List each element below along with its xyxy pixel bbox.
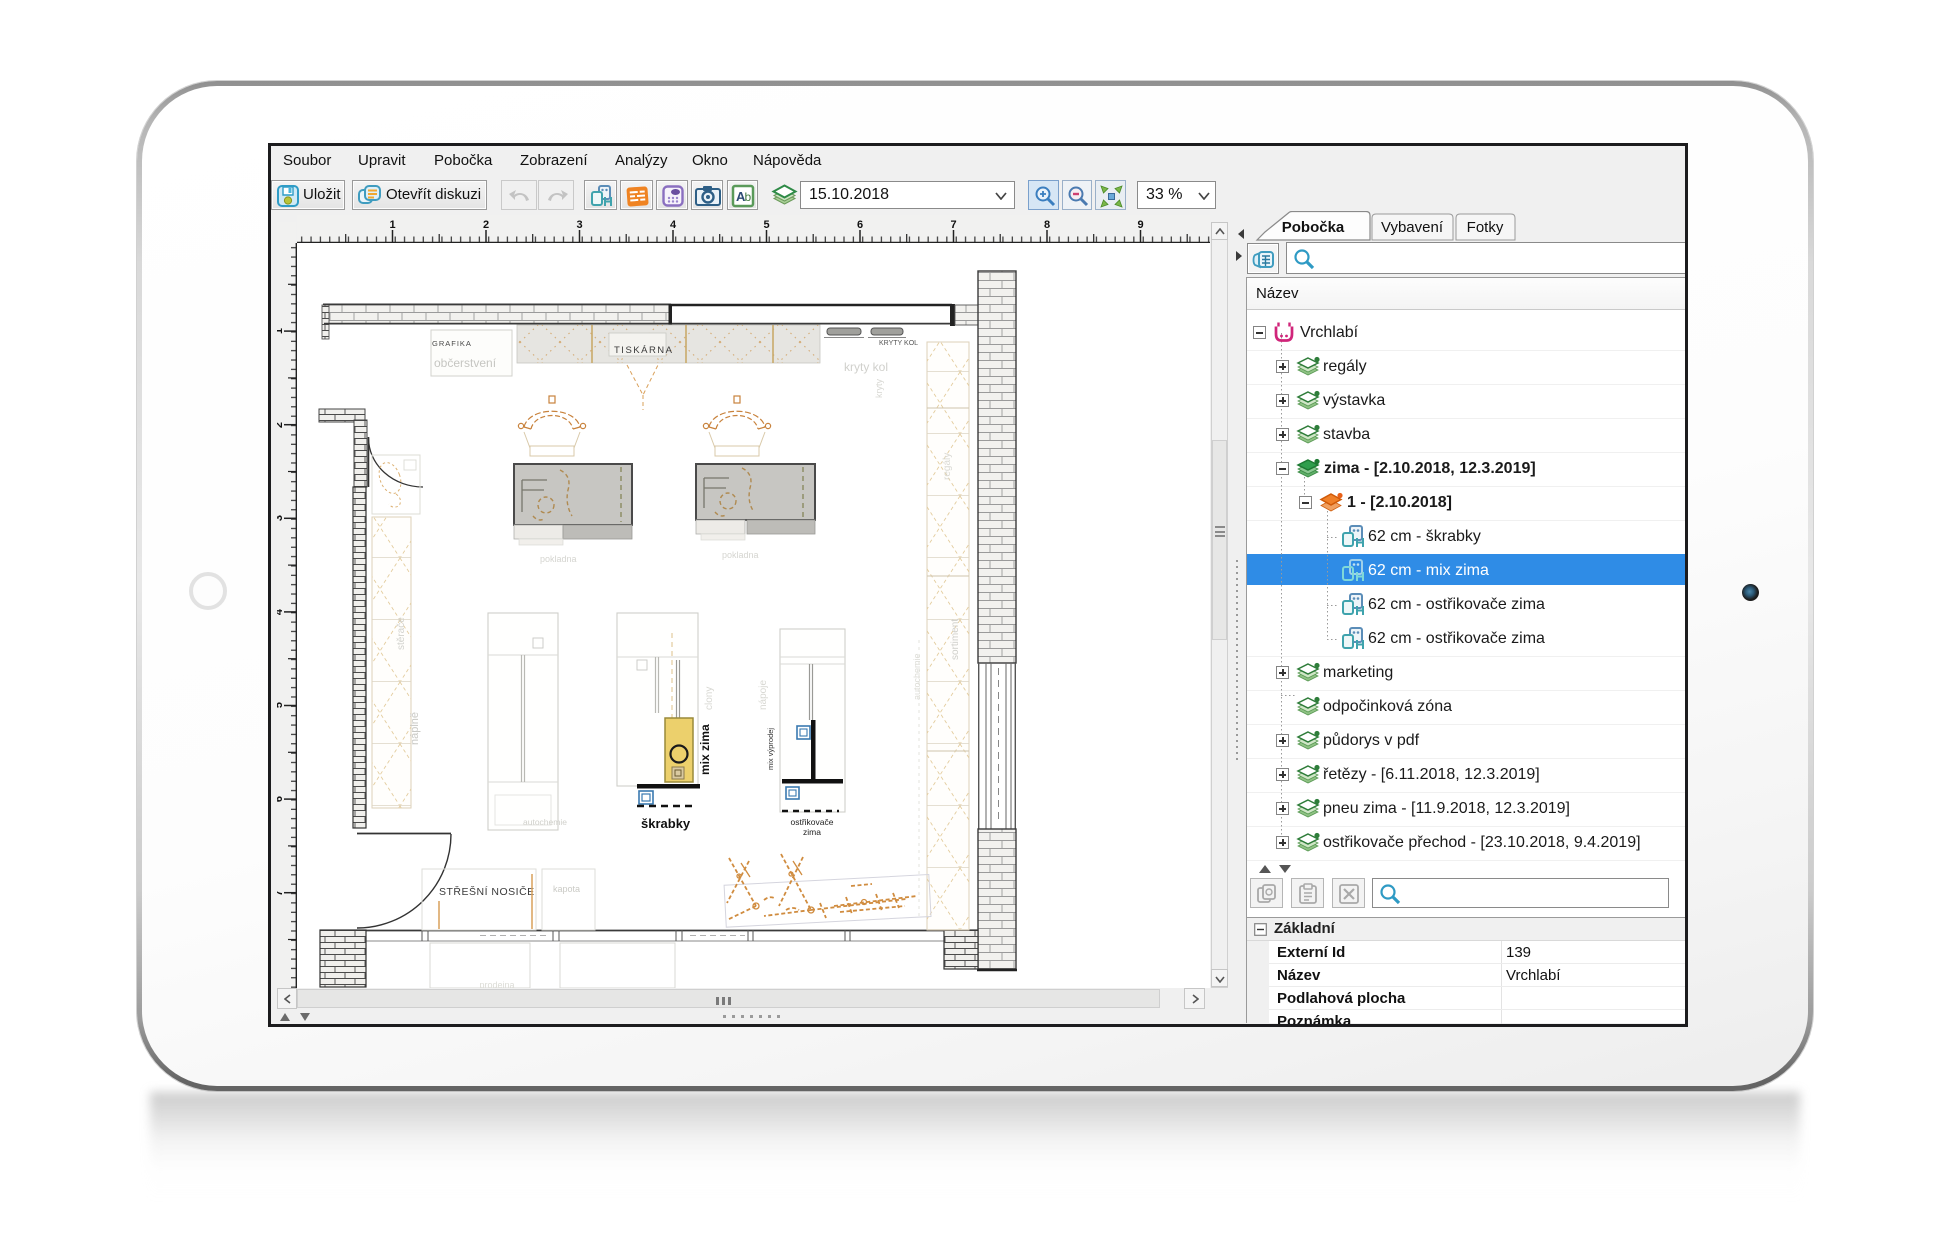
svg-text:mix výprodej: mix výprodej (766, 728, 775, 770)
svg-text:9: 9 (1137, 219, 1143, 231)
svg-text:škrabky: škrabky (641, 816, 691, 831)
svg-text:kryty kol: kryty kol (844, 360, 888, 374)
svg-text:pokladna: pokladna (722, 550, 759, 560)
svg-text:kryty: kryty (874, 379, 884, 398)
svg-text:ostřikovače: ostřikovače (791, 817, 834, 827)
svg-text:autochemie: autochemie (912, 653, 922, 700)
svg-text:KRYTY KOL: KRYTY KOL (879, 340, 918, 347)
svg-text:Fotky: Fotky (1467, 219, 1504, 236)
svg-text:GRAFIKA: GRAFIKA (432, 339, 472, 348)
svg-text:2: 2 (483, 219, 489, 231)
svg-text:kapota: kapota (553, 884, 580, 894)
svg-text:4: 4 (277, 608, 285, 615)
svg-text:TISKÁRNA: TISKÁRNA (614, 345, 674, 356)
svg-text:mix zima: mix zima (698, 724, 712, 775)
svg-text:prodejna: prodejna (479, 980, 514, 988)
svg-text:Vybavení: Vybavení (1381, 219, 1444, 236)
svg-text:6: 6 (277, 796, 285, 802)
svg-text:1: 1 (389, 219, 395, 231)
svg-text:8: 8 (1044, 219, 1050, 231)
svg-text:4: 4 (670, 219, 677, 231)
svg-text:zima: zima (803, 827, 821, 837)
svg-text:náplně: náplně (409, 712, 421, 745)
svg-text:sortiment: sortiment (950, 619, 961, 660)
svg-text:občerstvení: občerstvení (434, 356, 497, 370)
svg-text:3: 3 (277, 515, 285, 521)
svg-text:1: 1 (277, 328, 285, 334)
svg-text:autochemie: autochemie (523, 817, 567, 827)
svg-text:regály: regály (942, 453, 953, 480)
svg-text:6: 6 (857, 219, 863, 231)
svg-text:clony: clony (704, 687, 715, 710)
svg-text:5: 5 (277, 702, 285, 708)
svg-text:7: 7 (950, 219, 956, 231)
svg-text:Pobočka: Pobočka (1282, 219, 1345, 236)
svg-text:nápoje: nápoje (758, 680, 769, 710)
svg-text:stěrače: stěrače (396, 617, 407, 650)
svg-text:3: 3 (576, 219, 582, 231)
svg-text:5: 5 (763, 219, 769, 231)
svg-text:b: b (745, 190, 752, 204)
svg-text:STŘEŠNÍ NOSIČE: STŘEŠNÍ NOSIČE (439, 885, 535, 898)
svg-text:7: 7 (277, 890, 285, 896)
svg-text:pokladna: pokladna (540, 554, 577, 564)
svg-text:2: 2 (277, 422, 285, 428)
